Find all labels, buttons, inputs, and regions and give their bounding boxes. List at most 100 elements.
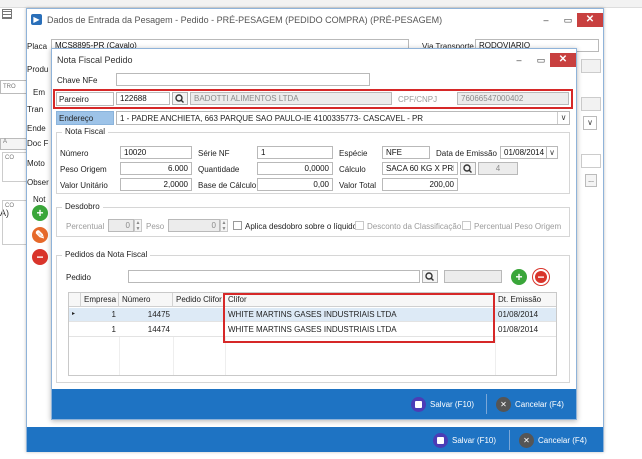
- placa-label: Placa: [27, 42, 48, 51]
- search-icon: [175, 94, 184, 103]
- serie-nf-field[interactable]: [257, 146, 333, 159]
- percentual-field: [108, 219, 134, 232]
- valor-total-field[interactable]: [382, 178, 458, 191]
- percentual-peso-origem-checkbox[interactable]: [462, 221, 471, 230]
- grid-icon[interactable]: [2, 9, 12, 19]
- save-icon: [411, 396, 426, 412]
- desconto-classificacao-label: Desconto da Classificação: [367, 222, 462, 231]
- pedidos-grid: Empresa Número Pedido Clifor Clifor Dt. …: [68, 292, 557, 376]
- parceiro-name-field: [190, 92, 392, 105]
- desconto-classificacao-checkbox[interactable]: [355, 221, 364, 230]
- peso-origem-label: Peso Origem: [60, 165, 107, 174]
- especie-label: Espécie: [339, 149, 368, 158]
- dialog-maximize-button[interactable]: ▭: [530, 53, 552, 67]
- dialog-cancel-button[interactable]: ✕ Cancelar (F4): [496, 395, 564, 413]
- pedido-search-button[interactable]: [422, 270, 438, 283]
- row-indicator: ▸: [72, 311, 76, 317]
- outer-remove-icon[interactable]: −: [32, 249, 48, 265]
- grid-header-clifor[interactable]: Clifor: [225, 293, 495, 307]
- peso-origem-field[interactable]: [120, 162, 192, 175]
- chevron-down-icon: ∨: [557, 112, 569, 124]
- quantidade-label: Quantidade: [198, 165, 240, 174]
- numero-field[interactable]: [120, 146, 192, 159]
- valor-total-label: Valor Total: [339, 181, 377, 190]
- cpf-cnpj-label: CPF/CNPJ: [398, 95, 438, 104]
- especie-field[interactable]: [382, 146, 430, 159]
- outer-edit-icon[interactable]: ✎: [32, 227, 48, 243]
- grid-header-numero[interactable]: Número: [119, 293, 173, 307]
- remove-pedido-icon[interactable]: −: [533, 269, 549, 285]
- side-label-motorista: Moto: [27, 159, 45, 168]
- parceiro-search-button[interactable]: [172, 92, 188, 105]
- close-button[interactable]: ✕: [577, 13, 603, 27]
- background-toolbar: [0, 0, 642, 8]
- data-emissao-label: Data de Emissão: [436, 149, 497, 158]
- peso-label: Peso: [146, 222, 165, 231]
- grid-header-indicator: [69, 293, 81, 307]
- serie-nf-label: Série NF: [198, 149, 230, 158]
- chave-nfe-field[interactable]: [116, 73, 370, 86]
- aplica-desdobro-checkbox[interactable]: [233, 221, 242, 230]
- side-label-transportadora: Tran: [27, 105, 44, 114]
- dialog-save-button[interactable]: Salvar (F10): [411, 395, 474, 413]
- cell-clifor: WHITE MARTINS GASES INDUSTRIAIS LTDA: [228, 325, 397, 334]
- peso-spinner: ▲ ▼: [220, 219, 228, 232]
- pedidos-group-title: Pedidos da Nota Fiscal: [62, 250, 151, 259]
- outer-add-icon[interactable]: +: [32, 205, 48, 221]
- save-icon: [433, 432, 448, 448]
- outer-footer-bar: [27, 427, 603, 452]
- valor-unitario-label: Valor Unitário: [60, 181, 108, 190]
- side-label-notas: Not: [33, 195, 46, 204]
- dialog-titlebar: Nota Fiscal Pedido – ▭ ✕: [52, 49, 576, 71]
- table-row[interactable]: ▸ 1 14475 WHITE MARTINS GASES INDUSTRIAI…: [69, 308, 556, 322]
- dialog-button-divider: [486, 394, 487, 414]
- nota-fiscal-dialog: Nota Fiscal Pedido – ▭ ✕ Chave NFe Parce…: [51, 48, 577, 420]
- minimize-button[interactable]: –: [535, 13, 557, 27]
- cell-empresa: 1: [111, 325, 116, 334]
- valor-unitario-field[interactable]: [120, 178, 192, 191]
- cancel-icon: ✕: [519, 432, 534, 448]
- quantidade-field[interactable]: [257, 162, 333, 175]
- grid-header-dt-emissao[interactable]: Dt. Emissão: [495, 293, 556, 307]
- dialog-cancel-label: Cancelar (F4): [515, 399, 564, 409]
- dialog-close-button[interactable]: ✕: [550, 53, 576, 67]
- cell-numero: 14475: [147, 310, 170, 319]
- maximize-button[interactable]: ▭: [557, 13, 579, 27]
- side-label-endereco: Ende: [27, 124, 46, 133]
- calculo-number-field: [478, 162, 518, 175]
- dialog-save-label: Salvar (F10): [430, 399, 475, 409]
- outer-cancel-button[interactable]: ✕ Cancelar (F4): [519, 431, 587, 449]
- endereco-label: Endereço: [59, 114, 94, 123]
- parceiro-code-field[interactable]: [116, 92, 170, 105]
- date-dropdown-icon[interactable]: ∨: [546, 146, 558, 159]
- side-label-empresa: Em: [33, 88, 45, 97]
- calculo-label: Cálculo: [339, 165, 366, 174]
- outer-right-field-2: [581, 97, 601, 111]
- calculo-field[interactable]: [382, 162, 458, 175]
- base-calculo-field[interactable]: [257, 178, 333, 191]
- cancel-icon: ✕: [496, 396, 511, 412]
- outer-save-button[interactable]: Salvar (F10): [433, 431, 496, 449]
- peso-field: [168, 219, 220, 232]
- dialog-title: Nota Fiscal Pedido: [57, 55, 133, 65]
- search-icon: [463, 164, 472, 173]
- percentual-spinner: ▲ ▼: [134, 219, 142, 232]
- base-calculo-label: Base de Cálculo: [198, 181, 257, 190]
- numero-label: Número: [60, 149, 89, 158]
- outer-right-dropdown[interactable]: ∨: [583, 116, 597, 130]
- dialog-minimize-button[interactable]: –: [508, 53, 530, 67]
- grid-header-pedido-clifor[interactable]: Pedido Clifor: [173, 293, 225, 307]
- endereco-select[interactable]: 1 - PADRE ANCHIETA, 663 PARQUE SAO PAULO…: [116, 111, 570, 125]
- cell-numero: 14474: [147, 325, 170, 334]
- pedido-field[interactable]: [128, 270, 420, 283]
- calculo-search-button[interactable]: [460, 162, 476, 175]
- cell-dt-emissao: 01/08/2014: [498, 310, 539, 319]
- pedido-label: Pedido: [66, 273, 91, 282]
- side-label-observacao: Obser: [27, 178, 49, 187]
- table-row[interactable]: 1 14474 WHITE MARTINS GASES INDUSTRIAIS …: [69, 323, 556, 337]
- grid-header-empresa[interactable]: Empresa: [81, 293, 119, 307]
- outer-ellipsis-button[interactable]: ...: [585, 174, 597, 187]
- add-pedido-icon[interactable]: +: [511, 269, 527, 285]
- outer-cancel-label: Cancelar (F4): [538, 435, 587, 445]
- side-label-documento: Doc F: [27, 139, 49, 148]
